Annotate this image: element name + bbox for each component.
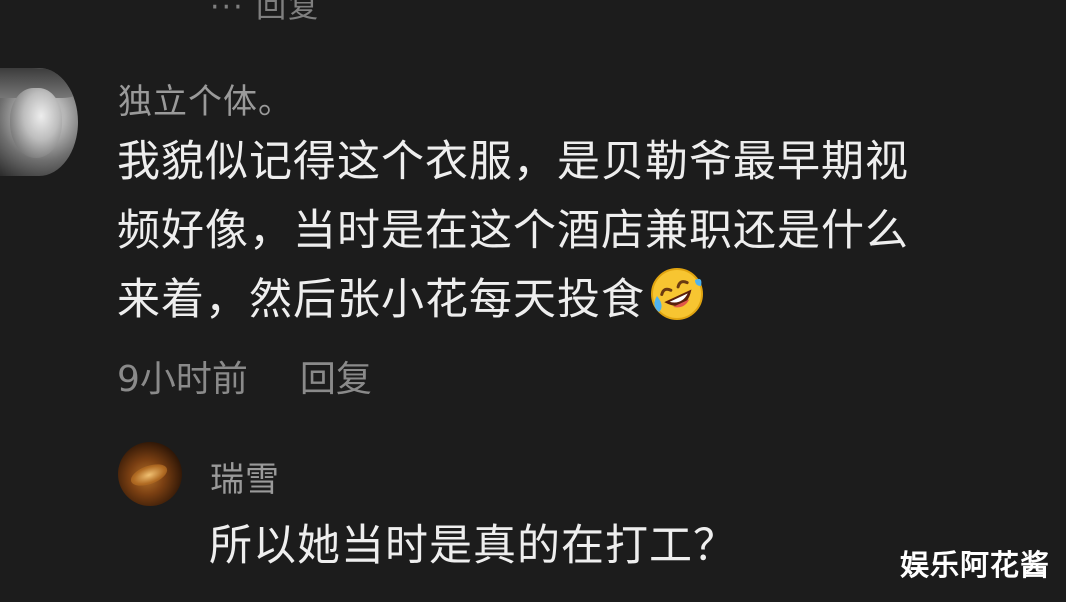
comment-body: 我貌似记得这个衣服，是贝勒爷最早期视 频好像，当时是在这个酒店兼职还是什么 来着… [117,128,909,335]
comment-timestamp: 9小时前 [117,359,248,400]
previous-comment-fragment: ··· 回复 [210,0,321,25]
comment-line: 我貌似记得这个衣服，是贝勒爷最早期视 [117,137,909,187]
comment-username[interactable]: 独立个体。 [118,74,293,123]
watermark: 娱乐阿花酱 [899,548,1050,582]
reply-button[interactable]: 回复 [300,359,372,400]
comment-username[interactable]: 瑞雪 [210,452,280,501]
comment-line: 频好像，当时是在这个酒店兼职还是什么 [117,206,909,256]
comment-body: 所以她当时是真的在打工？ [209,521,737,571]
comment-meta: 9小时前 回复 [117,350,372,402]
avatar[interactable] [0,68,78,176]
comment-line: 来着，然后张小花每天投食 [117,275,645,325]
avatar[interactable] [118,442,182,506]
comment-line-with-emoji: 来着，然后张小花每天投食 [117,266,909,335]
avatar-face-shape [10,88,62,158]
rolling-on-floor-laughing-icon [649,266,705,322]
avatar-light-shape [128,460,170,490]
